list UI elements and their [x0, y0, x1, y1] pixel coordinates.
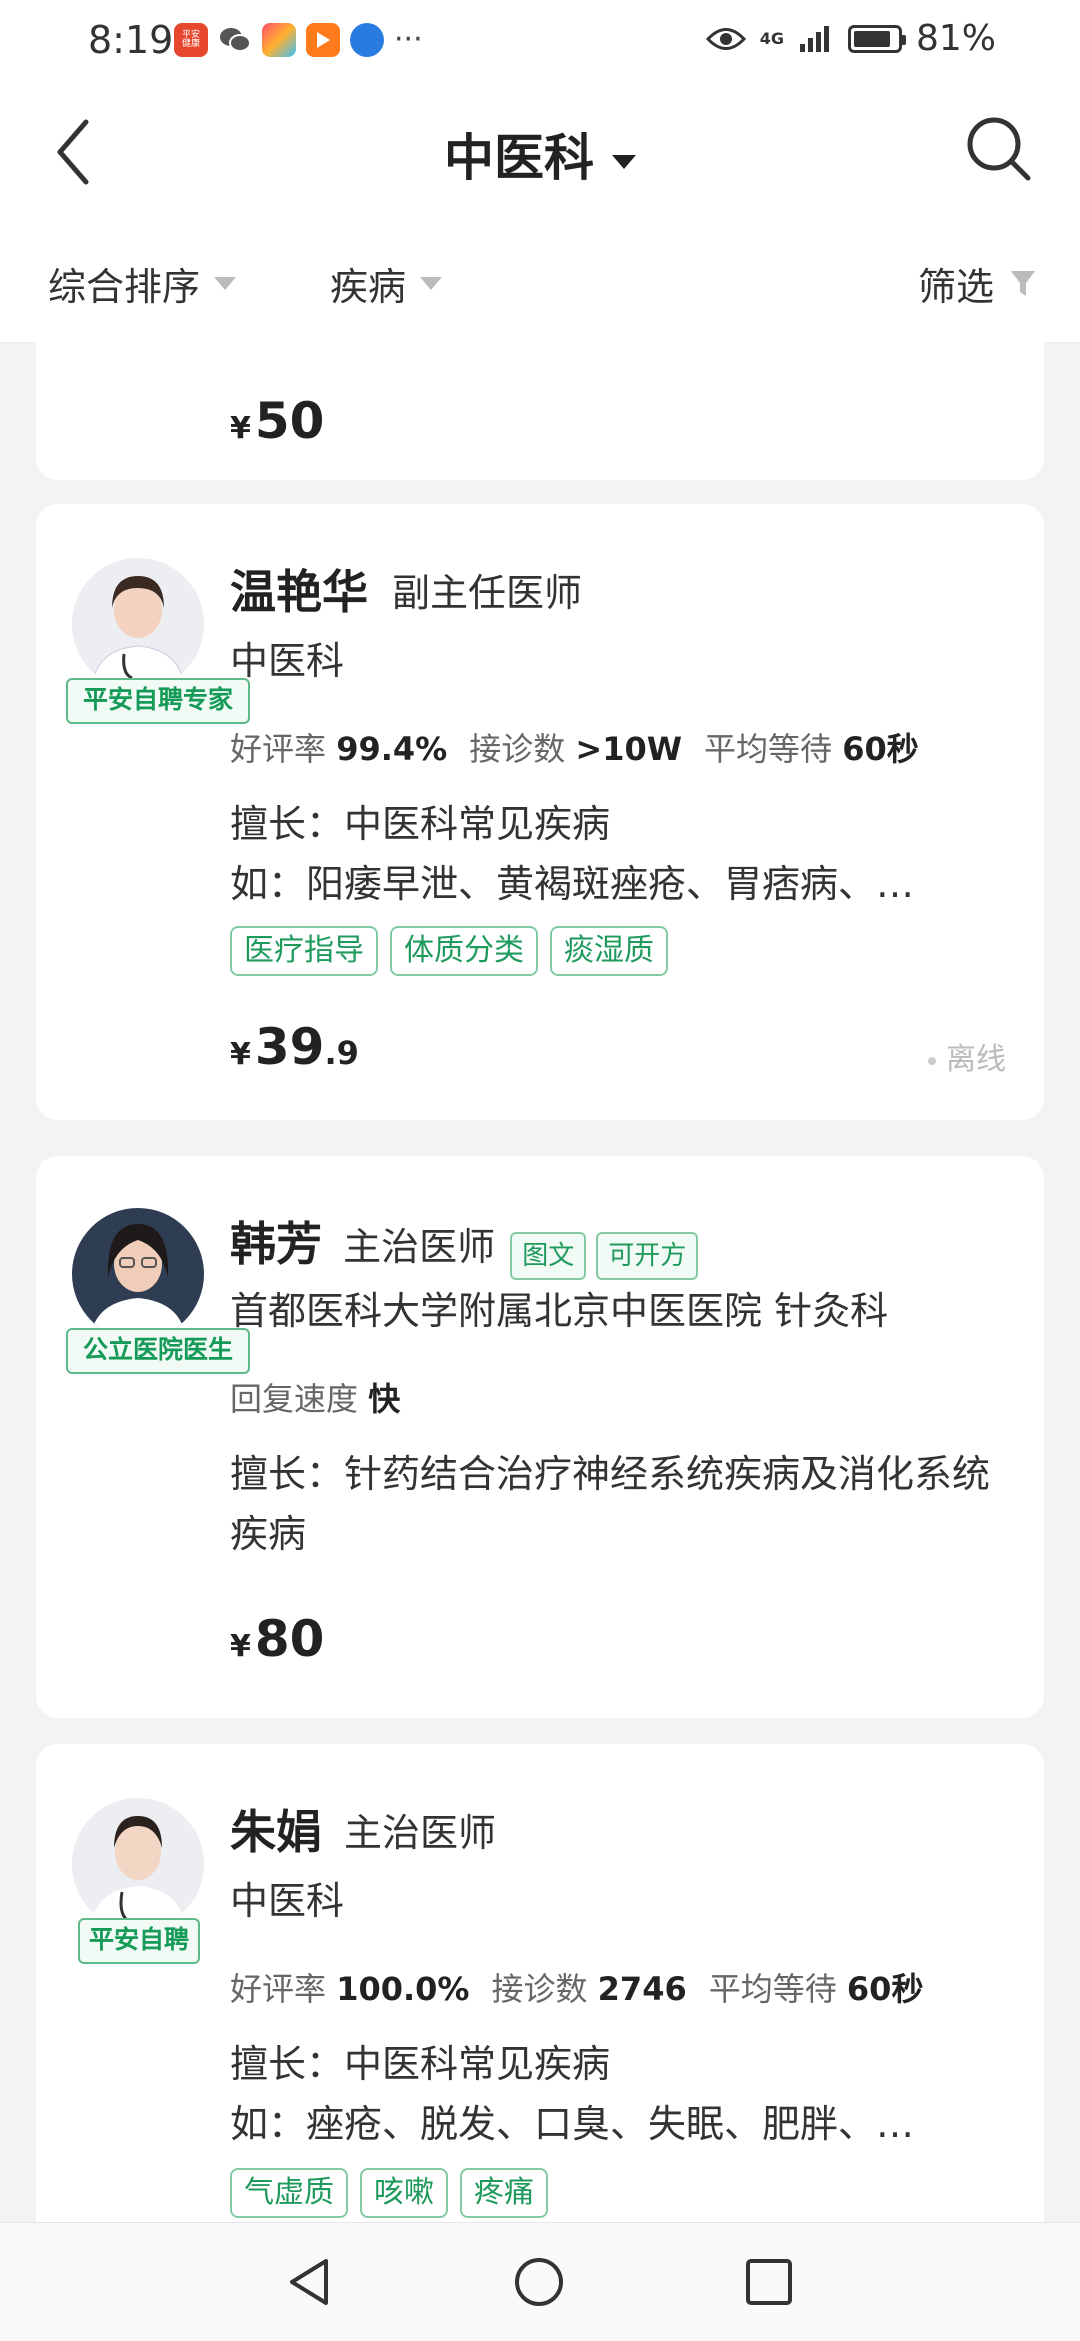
doctor-stats: 好评率 99.4% 接诊数 >10W 平均等待 60秒 [230, 730, 919, 768]
department-selector[interactable]: 中医科 [0, 118, 1080, 190]
notification-icons: 平安 健康 ··· [174, 22, 423, 57]
doctor-stats: 好评率 100.0% 接诊数 2746 平均等待 60秒 [230, 1970, 924, 2008]
tag: 痰湿质 [550, 926, 668, 976]
online-status: 离线 [928, 1034, 1006, 1078]
disease-label: 疾病 [330, 265, 407, 309]
tag: 体质分类 [390, 926, 538, 976]
wechat-icon [218, 23, 252, 57]
doctor-tags: 医疗指导 体质分类 痰湿质 [230, 926, 668, 976]
recents-square-icon[interactable] [742, 2255, 796, 2309]
doctor-tags: 气虚质 咳嗽 疼痛 [230, 2168, 548, 2218]
doctor-hospital: 首都医科大学附属北京中医医院 针灸科 [230, 1289, 889, 1333]
dropdown-caret-icon [612, 154, 636, 169]
system-navigation-bar [0, 2222, 1080, 2341]
doctor-header: 韩芳 主治医师 图文 可开方 [230, 1208, 699, 1280]
consult-price: ¥80 [230, 1610, 325, 1668]
status-time: 8:19 [88, 18, 174, 62]
tag: 咳嗽 [360, 2168, 448, 2218]
disease-dropdown[interactable]: 疾病 [330, 256, 443, 311]
battery-percent: 81% [915, 18, 996, 59]
status-right: 4G 81% [705, 18, 996, 59]
tag: 气虚质 [230, 2168, 348, 2218]
doctor-avatar [72, 1208, 204, 1340]
reply-speed: 回复速度 快 [230, 1380, 401, 1418]
doctor-badge: 平安自聘 [78, 1918, 200, 1964]
network-type: 4G [759, 29, 784, 48]
battery-icon [847, 24, 906, 53]
doctor-avatar [72, 558, 204, 690]
doctor-title: 主治医师 [344, 1811, 497, 1855]
dropdown-triangle-icon [420, 277, 443, 290]
doctor-name: 朱娟 [230, 1805, 322, 1859]
sort-label: 综合排序 [48, 265, 201, 309]
doctor-card[interactable]: ¥50 [36, 342, 1044, 480]
video-app-icon [306, 22, 340, 57]
dropdown-triangle-icon [214, 277, 237, 290]
filter-button[interactable]: 筛选 [918, 256, 1036, 311]
sort-dropdown[interactable]: 综合排序 [48, 256, 237, 311]
filter-label: 筛选 [917, 265, 994, 309]
tag: 疼痛 [460, 2168, 548, 2218]
doctor-name: 韩芳 [230, 1217, 322, 1271]
service-tag: 图文 [510, 1231, 587, 1280]
doctor-badge: 平安自聘专家 [66, 678, 250, 724]
doctor-specialty: 擅长：中医科常见疾病 如：阳痿早泄、黄褐斑痤疮、胃痞病、… [230, 802, 915, 906]
home-circle-icon[interactable] [512, 2255, 566, 2309]
doctor-title: 主治医师 [343, 1225, 496, 1269]
eye-icon [705, 27, 746, 50]
doctor-department: 中医科 [230, 1879, 345, 1923]
search-icon[interactable] [962, 112, 1036, 186]
tag: 医疗指导 [230, 926, 378, 976]
service-tag: 可开方 [596, 1231, 699, 1280]
doctor-title: 副主任医师 [392, 571, 583, 615]
doctor-specialty: 擅长：针药结合治疗神经系统疾病及消化系统疾病 [230, 1452, 991, 1556]
doctor-list: ¥50 平安自聘专家 温艳华 副主任医师 中医科 好评率 99.4% 接诊数 >1… [0, 342, 1080, 2222]
doctor-card[interactable]: 平安自聘专家 温艳华 副主任医师 中医科 好评率 99.4% 接诊数 >10W 平均… [36, 504, 1044, 1120]
doctor-department: 中医科 [230, 639, 345, 683]
signal-icon [799, 25, 829, 52]
status-bar: 8:19 平安 健康 ··· 4G 81% [0, 0, 1080, 84]
more-notifications-icon: ··· [394, 22, 423, 57]
consult-price: ¥50 [230, 392, 325, 450]
consult-price: ¥39.9 [230, 1018, 359, 1076]
page-title: 中医科 [444, 129, 594, 187]
app-grid-icon [262, 22, 296, 57]
doctor-avatar [72, 1798, 204, 1930]
doctor-name: 温艳华 [230, 565, 368, 619]
pingan-health-app-icon: 平安 健康 [174, 22, 208, 57]
doctor-card[interactable]: 平安自聘 朱娟 主治医师 中医科 好评率 100.0% 接诊数 2746 平均等待 … [36, 1744, 1044, 2222]
browser-icon [350, 22, 384, 57]
doctor-card[interactable]: 公立医院医生 韩芳 主治医师 图文 可开方 首都医科大学附属北京中医医院 针灸科 … [36, 1156, 1044, 1718]
back-triangle-icon[interactable] [282, 2255, 336, 2309]
filter-bar: 综合排序 疾病 筛选 [0, 226, 1080, 343]
top-nav-bar: 中医科 [0, 84, 1080, 226]
doctor-badge: 公立医院医生 [66, 1328, 250, 1374]
funnel-icon [1011, 270, 1035, 296]
doctor-specialty: 擅长：中医科常见疾病 如：痤疮、脱发、口臭、失眠、肥胖、… [230, 2042, 915, 2146]
